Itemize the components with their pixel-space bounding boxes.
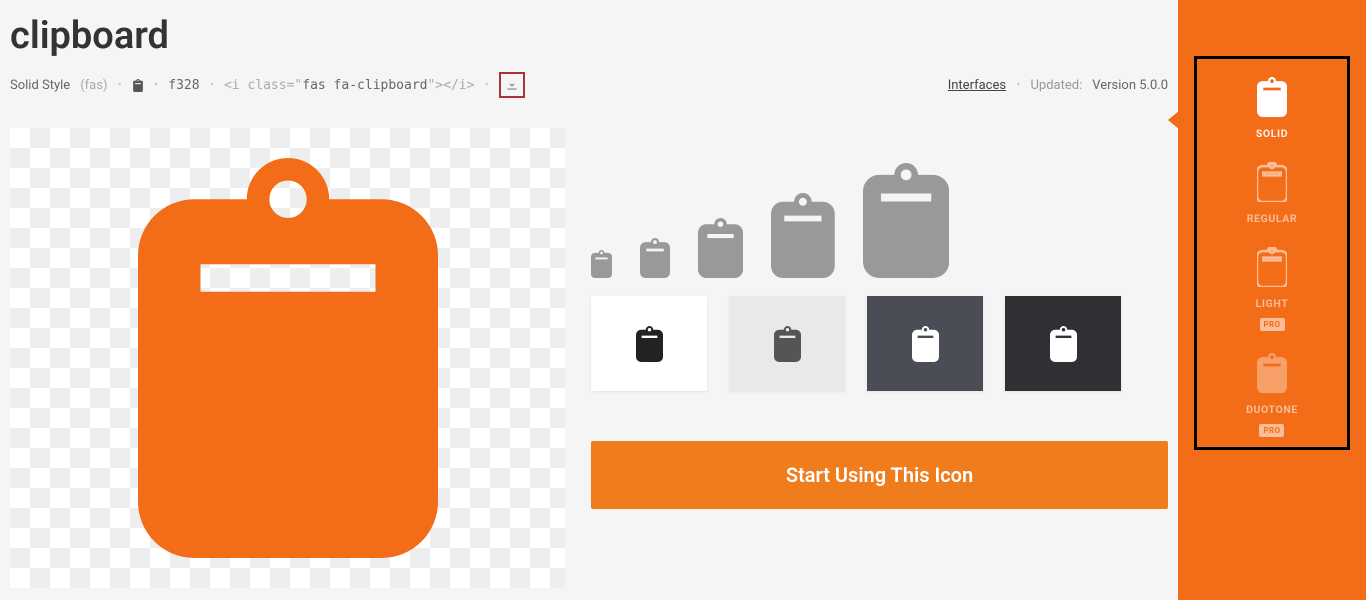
style-sidebar: SOLID REGULAR LIGHT PRO DUOTONE PRO [1178,0,1366,600]
separator-dot: • [154,78,158,93]
clipboard-icon [1257,162,1287,206]
code-open: <i class=" [224,78,302,93]
download-icon [505,78,519,92]
style-name: Solid Style [10,78,70,93]
page-title: clipboard [10,14,1168,58]
clipboard-icon [1257,353,1287,397]
size-sample[interactable] [698,218,743,282]
sidebar-notch-icon [1168,110,1180,130]
style-option-solid[interactable]: SOLID [1256,77,1288,140]
code-close: "></i> [427,78,474,93]
color-swatch[interactable] [867,296,983,391]
color-swatch-row [591,296,1168,391]
style-prefix: (fas) [80,78,107,93]
style-option-light[interactable]: LIGHT PRO [1256,247,1289,331]
size-sample[interactable] [863,163,949,282]
icon-meta-row: Solid Style (fas) • • f328 • <i class="f… [10,72,1168,98]
color-swatch[interactable] [1005,296,1121,391]
start-using-button[interactable]: Start Using This Icon [591,441,1168,509]
size-sample[interactable] [640,238,670,282]
pro-badge: PRO [1259,424,1284,437]
separator-dot: • [210,78,214,93]
color-swatch[interactable] [591,296,707,391]
clipboard-icon [132,78,144,92]
separator-dot: • [1016,78,1020,93]
separator-dot: • [117,78,121,93]
icon-preview-canvas [10,128,565,588]
color-swatch[interactable] [729,296,845,391]
style-label: SOLID [1256,127,1288,140]
style-option-regular[interactable]: REGULAR [1247,162,1297,225]
clipboard-icon [1257,77,1287,121]
clipboard-icon [1257,247,1287,291]
interfaces-link[interactable]: Interfaces [948,78,1006,93]
style-option-duotone[interactable]: DUOTONE PRO [1246,353,1298,437]
pro-badge: PRO [1260,318,1285,331]
size-sample[interactable] [771,193,835,282]
size-sample-row [591,128,1168,296]
style-label: DUOTONE [1246,403,1298,416]
code-snippet[interactable]: <i class="fas fa-clipboard"></i> [224,78,474,93]
version-text: Version 5.0.0 [1092,78,1168,93]
separator-dot: • [484,78,488,93]
updated-label: Updated: [1030,78,1082,93]
clipboard-icon [138,158,438,558]
size-sample[interactable] [591,250,612,282]
download-svg-button[interactable] [499,72,525,98]
style-label: REGULAR [1247,212,1297,225]
style-label: LIGHT [1256,297,1289,310]
unicode-value: f328 [168,78,199,93]
code-classes: fas fa-clipboard [302,78,427,93]
